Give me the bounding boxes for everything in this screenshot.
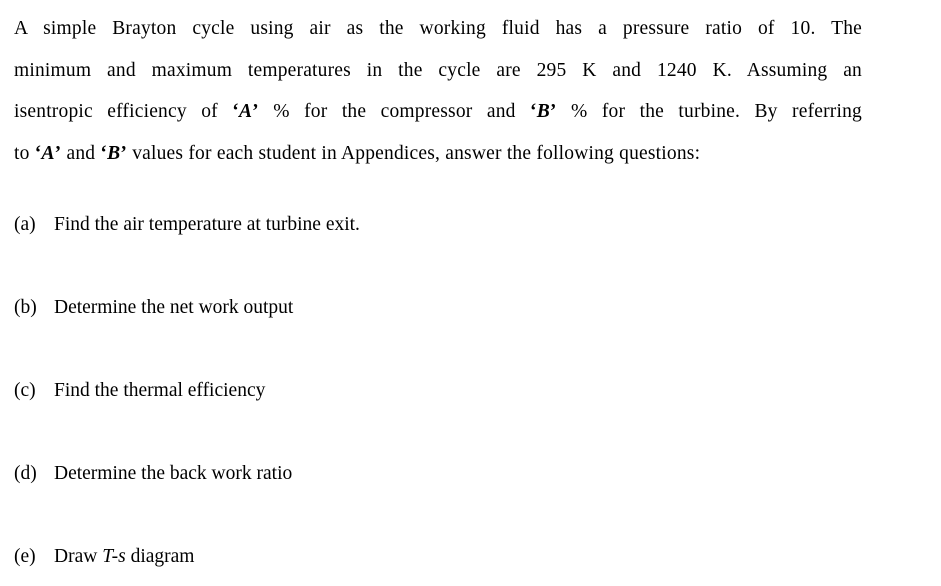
question-text: Determine the back work ratio <box>54 463 292 484</box>
question-item-e: (e) Draw T-s diagram <box>14 544 914 586</box>
variable-placeholder: A <box>238 101 253 122</box>
text-run: and <box>61 142 101 164</box>
variable-placeholder: A <box>41 142 55 164</box>
close-quote-mark: ’ <box>549 101 557 122</box>
variable-placeholder: B <box>107 142 121 164</box>
text-run: diagram <box>125 546 195 567</box>
question-text: Find the thermal efficiency <box>54 380 265 401</box>
question-label: (d) <box>14 463 37 484</box>
text-run: Draw <box>54 546 103 567</box>
question-item-c: (c) Find the thermal efficiency <box>14 378 914 461</box>
text-run: isentropic efficiency of <box>14 101 233 122</box>
italic-term: T-s <box>102 546 126 567</box>
text-run: Find the thermal efficiency <box>54 380 266 401</box>
question-text: Draw T-s diagram <box>54 546 194 567</box>
text-run: % for the compressor and <box>258 101 531 122</box>
text-run: Find the air temperature at turbine exit… <box>54 214 360 235</box>
question-item-b: (b) Determine the net work output <box>14 295 914 378</box>
question-item-a: (a) Find the air temperature at turbine e… <box>14 212 914 295</box>
text-run: Determine the back work ratio <box>54 463 293 484</box>
close-quote-mark: ’ <box>252 101 259 122</box>
question-label: (a) <box>14 214 36 235</box>
question-list: (a) Find the air temperature at turbine e… <box>14 212 914 586</box>
question-label: (b) <box>14 297 37 318</box>
text-run: minimum and maximum temperatures in the … <box>14 59 862 81</box>
text-run: Determine the net work output <box>54 297 294 318</box>
problem-statement-line: A simple Brayton cycle using air as the … <box>14 8 862 50</box>
open-quote-mark: ‘ <box>530 101 537 122</box>
question-item-d: (d) Determine the back work ratio <box>14 461 914 544</box>
problem-statement-line: isentropic efficiency of ‘A’ % for the c… <box>14 91 862 133</box>
document-page: A simple Brayton cycle using air as the … <box>0 0 941 586</box>
question-text: Find the air temperature at turbine exit… <box>54 214 360 235</box>
question-text: Determine the net work output <box>54 297 293 318</box>
question-label: (e) <box>14 546 36 567</box>
question-label: (c) <box>14 380 36 401</box>
variable-placeholder: B <box>536 101 550 122</box>
problem-statement-line: minimum and maximum temperatures in the … <box>14 50 862 92</box>
problem-statement: A simple Brayton cycle using air as the … <box>14 8 862 174</box>
text-run: A simple Brayton cycle using air as the … <box>14 18 862 39</box>
text-run: values for each student in Appendices, a… <box>127 142 701 164</box>
text-run: to <box>14 142 35 164</box>
open-quote-mark: ‘ <box>232 101 239 122</box>
text-run: % for the turbine. By referring <box>556 101 862 122</box>
problem-statement-line: to ‘A’ and ‘B’ values for each student i… <box>14 133 862 175</box>
